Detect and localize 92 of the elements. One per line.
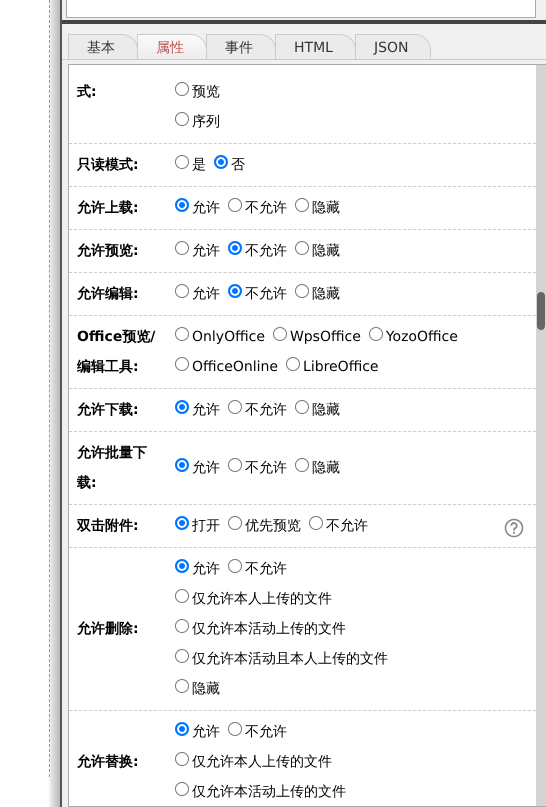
radio-label[interactable]: 不允许 <box>326 511 368 541</box>
radio-button[interactable] <box>175 327 189 341</box>
radio-label[interactable]: 隐藏 <box>192 674 220 704</box>
radio-button[interactable] <box>228 284 242 298</box>
radio-label[interactable]: 序列 <box>192 107 220 137</box>
field-label: 允许预览: <box>77 242 139 261</box>
radio-label[interactable]: 允许 <box>192 279 220 309</box>
radio-label[interactable]: 隐藏 <box>312 453 340 483</box>
radio-label[interactable]: 不允许 <box>245 193 287 223</box>
radio-button[interactable] <box>286 357 300 371</box>
radio-button[interactable] <box>295 198 309 212</box>
field-label: 允许下载: <box>77 401 139 420</box>
field-label: 双击附件: <box>77 517 139 536</box>
radio-label[interactable]: 不允许 <box>245 717 287 747</box>
radio-label[interactable]: 隐藏 <box>312 236 340 266</box>
radio-button[interactable] <box>175 155 189 169</box>
radio-label[interactable]: 不允许 <box>245 236 287 266</box>
radio-button[interactable] <box>295 400 309 414</box>
tab[interactable]: JSON <box>354 34 432 59</box>
radio-button[interactable] <box>175 284 189 298</box>
radio-label[interactable]: LibreOffice <box>303 352 379 382</box>
tab[interactable]: 事件 <box>206 34 276 59</box>
help-icon[interactable] <box>504 518 524 538</box>
field-label: 式: <box>77 83 97 102</box>
radio-label[interactable]: 允许 <box>192 717 220 747</box>
radio-label[interactable]: 仅允许本活动且本人上传的文件 <box>192 644 388 674</box>
radio-button[interactable] <box>272 327 287 341</box>
radio-label[interactable]: 隐藏 <box>312 193 340 223</box>
radio-button[interactable] <box>228 516 242 530</box>
tab[interactable]: HTML <box>275 34 356 59</box>
radio-button[interactable] <box>175 82 189 96</box>
radio-label[interactable]: YozoOffice <box>386 322 458 352</box>
tab[interactable]: 属性 <box>137 34 207 59</box>
radio-label[interactable]: 不允许 <box>245 554 287 584</box>
radio-button[interactable] <box>175 112 189 126</box>
radio-button[interactable] <box>175 619 189 633</box>
field-label: 允许上载: <box>77 199 139 218</box>
scrollbar[interactable] <box>536 65 546 806</box>
radio-button[interactable] <box>175 516 189 530</box>
radio-label[interactable]: 优先预览 <box>245 511 301 541</box>
radio-label[interactable]: 不允许 <box>245 279 287 309</box>
field-label: 允许批量下载: <box>77 444 148 493</box>
radio-button[interactable] <box>214 155 228 169</box>
radio-label[interactable]: WpsOffice <box>290 322 361 352</box>
tab[interactable]: 基本 <box>68 34 138 59</box>
field-label: 只读模式: <box>77 156 139 175</box>
radio-label[interactable]: 否 <box>231 150 245 180</box>
field-label: 允许替换: <box>77 753 139 772</box>
field-label: Office预览/编辑工具: <box>77 328 156 377</box>
field-label: 允许删除: <box>77 620 139 639</box>
radio-label[interactable]: 允许 <box>192 395 220 425</box>
radio-label[interactable]: 允许 <box>192 236 220 266</box>
radio-button[interactable] <box>175 722 189 736</box>
radio-label[interactable]: 不允许 <box>245 395 287 425</box>
radio-button[interactable] <box>228 241 242 255</box>
radio-button[interactable] <box>175 752 189 766</box>
radio-label[interactable]: 隐藏 <box>312 395 340 425</box>
radio-label[interactable]: 隐藏 <box>312 279 340 309</box>
radio-button[interactable] <box>309 516 323 530</box>
radio-label[interactable]: 仅允许本人上传的文件 <box>192 747 332 777</box>
radio-button[interactable] <box>175 649 189 663</box>
radio-button[interactable] <box>175 782 189 796</box>
radio-label[interactable]: 允许 <box>192 453 220 483</box>
radio-label[interactable]: 允许 <box>192 554 220 584</box>
radio-button[interactable] <box>228 400 242 414</box>
radio-button[interactable] <box>175 458 189 472</box>
radio-button[interactable] <box>295 458 309 472</box>
field-label: 允许编辑: <box>77 285 139 304</box>
radio-button[interactable] <box>175 357 189 371</box>
radio-label[interactable]: 不允许 <box>245 453 287 483</box>
radio-button[interactable] <box>228 198 242 212</box>
radio-label[interactable]: 打开 <box>192 511 220 541</box>
radio-label[interactable]: 仅允许本活动上传的文件 <box>192 614 346 644</box>
radio-button[interactable] <box>175 198 189 212</box>
radio-button[interactable] <box>228 559 242 573</box>
radio-button[interactable] <box>175 400 189 414</box>
radio-button[interactable] <box>295 284 309 298</box>
radio-label[interactable]: 仅允许本人上传的文件 <box>192 584 332 614</box>
radio-label[interactable]: 允许 <box>192 193 220 223</box>
radio-button[interactable] <box>175 559 189 573</box>
radio-label[interactable]: OnlyOffice <box>192 322 265 352</box>
radio-button[interactable] <box>228 722 242 736</box>
radio-button[interactable] <box>228 458 242 472</box>
radio-label[interactable]: 仅允许本活动上传的文件 <box>192 777 346 806</box>
radio-label[interactable]: OfficeOnline <box>192 352 278 382</box>
radio-button[interactable] <box>175 241 189 255</box>
radio-button[interactable] <box>295 241 309 255</box>
radio-label[interactable]: 预览 <box>192 77 220 107</box>
radio-label[interactable]: 是 <box>192 150 206 180</box>
radio-button[interactable] <box>175 679 189 693</box>
radio-button[interactable] <box>175 589 189 603</box>
radio-button[interactable] <box>368 327 383 341</box>
